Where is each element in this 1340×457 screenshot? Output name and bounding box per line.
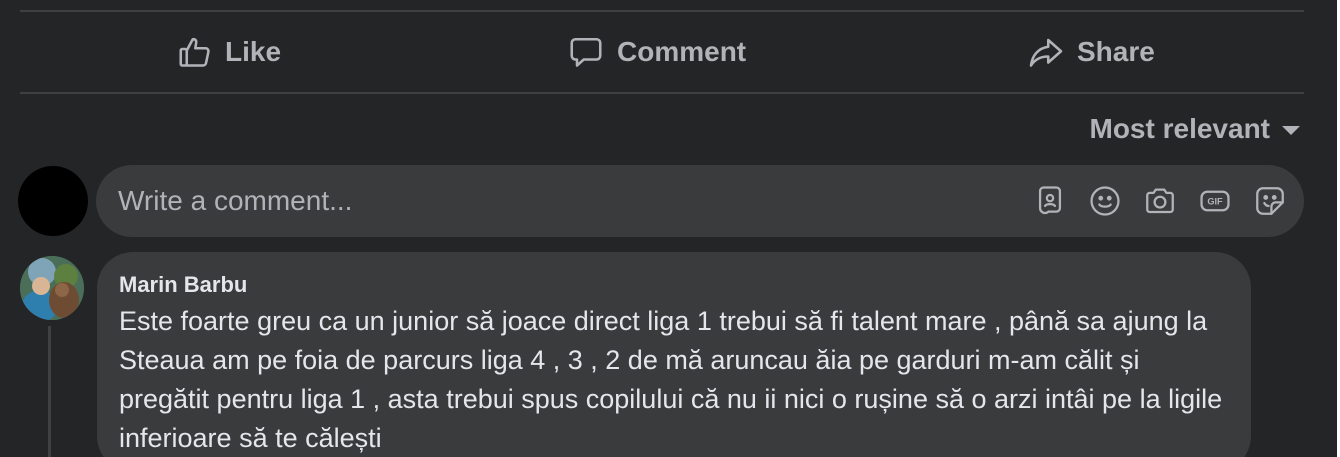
share-arrow-icon: [1027, 34, 1065, 70]
composer-icon-row: GIF: [1032, 183, 1288, 219]
post-comments-panel: Like Comment Share Most relevant Write a…: [0, 0, 1340, 457]
divider: [20, 10, 1304, 12]
commenter-avatar[interactable]: [20, 256, 84, 320]
sort-comments-dropdown[interactable]: Most relevant: [1089, 110, 1300, 148]
camera-icon[interactable]: [1142, 183, 1178, 219]
caret-down-icon: [1282, 126, 1300, 135]
sticker-icon[interactable]: [1252, 183, 1288, 219]
reply-thread-line: [48, 326, 51, 457]
speech-bubble-icon: [567, 34, 605, 70]
thumbs-up-icon: [177, 34, 213, 70]
avatar-sticker-icon[interactable]: [1032, 183, 1068, 219]
comment-author[interactable]: Marin Barbu: [119, 270, 1229, 300]
share-label: Share: [1077, 36, 1155, 67]
current-user-avatar[interactable]: [18, 166, 88, 236]
comment-button[interactable]: Comment: [567, 13, 746, 91]
svg-text:GIF: GIF: [1207, 197, 1223, 207]
comment-label: Comment: [617, 36, 747, 67]
comment-composer: GIF: [96, 165, 1304, 237]
comment-bubble: Marin Barbu Este foarte greu ca un junio…: [97, 252, 1251, 457]
share-button[interactable]: Share: [1027, 13, 1155, 91]
comment-input[interactable]: [118, 171, 1032, 231]
comment-text: Este foarte greu ca un junior să joace d…: [119, 306, 1223, 453]
like-button[interactable]: Like: [177, 13, 281, 91]
like-label: Like: [225, 36, 282, 67]
emoji-icon[interactable]: [1087, 183, 1123, 219]
post-action-bar: Like Comment Share: [20, 13, 1304, 91]
sort-label: Most relevant: [1089, 113, 1271, 144]
divider: [20, 92, 1304, 94]
gif-icon[interactable]: GIF: [1197, 183, 1233, 219]
